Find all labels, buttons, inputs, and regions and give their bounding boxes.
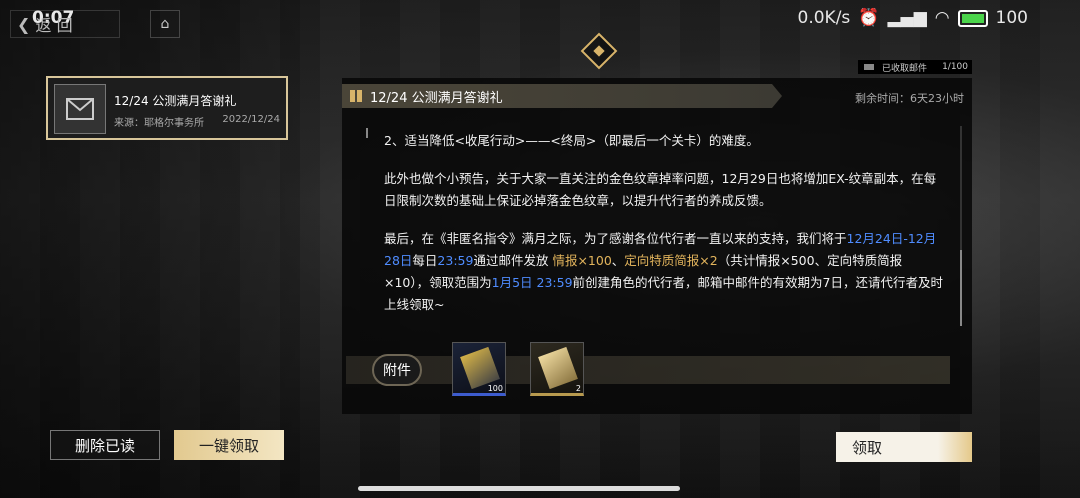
attachment-item-brief[interactable]: 2 [530,342,584,396]
back-arrow-icon: ❮ [17,14,36,34]
attachment-bar [346,356,950,384]
mail-paragraph-1: 2、适当降低<收尾行动>——<终局>（即最后一个关卡）的难度。 [384,133,759,148]
back-label: 返 回 [35,16,73,35]
scrollbar-thumb[interactable] [960,250,962,326]
intel-item-icon [460,346,500,390]
alarm-icon: ⏰ [858,8,880,28]
mail-paragraph-3: 最后，在《非匿名指令》满月之际，为了感谢各位代行者一直以来的支持，我们将于12月… [384,231,944,312]
highlight-time: 23:59 [437,253,474,268]
mail-count-icon [864,64,874,70]
scrollbar[interactable] [960,126,962,326]
attachment-label: 附件 [372,354,422,386]
mail-body: 2、适当降低<收尾行动>——<终局>（即最后一个关卡）的难度。 此外也做个小预告… [384,130,944,332]
gift-icon [350,90,362,102]
gesture-home-bar[interactable] [358,486,680,491]
mail-detail-panel: 12/24 公测满月答谢礼 剩余时间：6天23小时 2、适当降低<收尾行动>——… [342,78,972,414]
wifi-icon: ◠ [934,8,950,28]
mail-item-title: 12/24 公测满月答谢礼 [114,94,237,108]
left-panel-background [0,0,300,498]
mail-count-value: 1/100 [942,62,968,72]
envelope-icon [54,84,106,134]
mail-list-item-selected[interactable]: 12/24 公测满月答谢礼 来源：耶格尔事务所 2022/12/24 [46,76,288,140]
attachment-qty: 100 [487,384,503,393]
attachment-qty: 2 [575,384,581,393]
highlight-reward-2: 定向特质简报×2 [624,253,718,268]
mail-title: 12/24 公测满月答谢礼 [370,90,503,106]
attachment-item-intel[interactable]: 100 [452,342,506,396]
brief-item-icon [538,346,578,390]
battery-icon [957,9,988,27]
mail-item-source: 来源：耶格尔事务所 [114,118,204,129]
back-button[interactable]: ❮ 返 回 [10,10,120,38]
status-icons: 0.0K/s ⏰ ▂▄▆ ◠ 100 [798,8,1028,28]
claim-button[interactable]: 领取 [836,432,972,462]
network-speed: 0.0K/s [797,8,851,28]
mail-header: 12/24 公测满月答谢礼 [342,84,782,108]
remaining-time: 剩余时间：6天23小时 [855,92,964,105]
signal-icon: ▂▄▆ [887,8,927,28]
battery-percent: 100 [995,8,1028,28]
mail-count: 已收取邮件 1/100 [858,60,972,74]
mail-count-label: 已收取邮件 [882,63,928,74]
content-marker [366,128,368,138]
highlight-reward-1: 情报×100 [552,253,612,268]
home-button[interactable]: ⌂ [150,10,180,38]
home-icon: ⌂ [160,16,170,32]
delete-read-button[interactable]: 删除已读 [50,430,160,460]
claim-all-button[interactable]: 一键领取 [174,430,284,460]
mail-paragraph-2: 此外也做个小预告，关于大家一直关注的金色纹章掉率问题，12月29日也将增加EX-… [384,171,937,208]
highlight-deadline: 1月5日 23:59 [491,275,573,290]
mail-item-date: 2022/12/24 [222,114,280,125]
